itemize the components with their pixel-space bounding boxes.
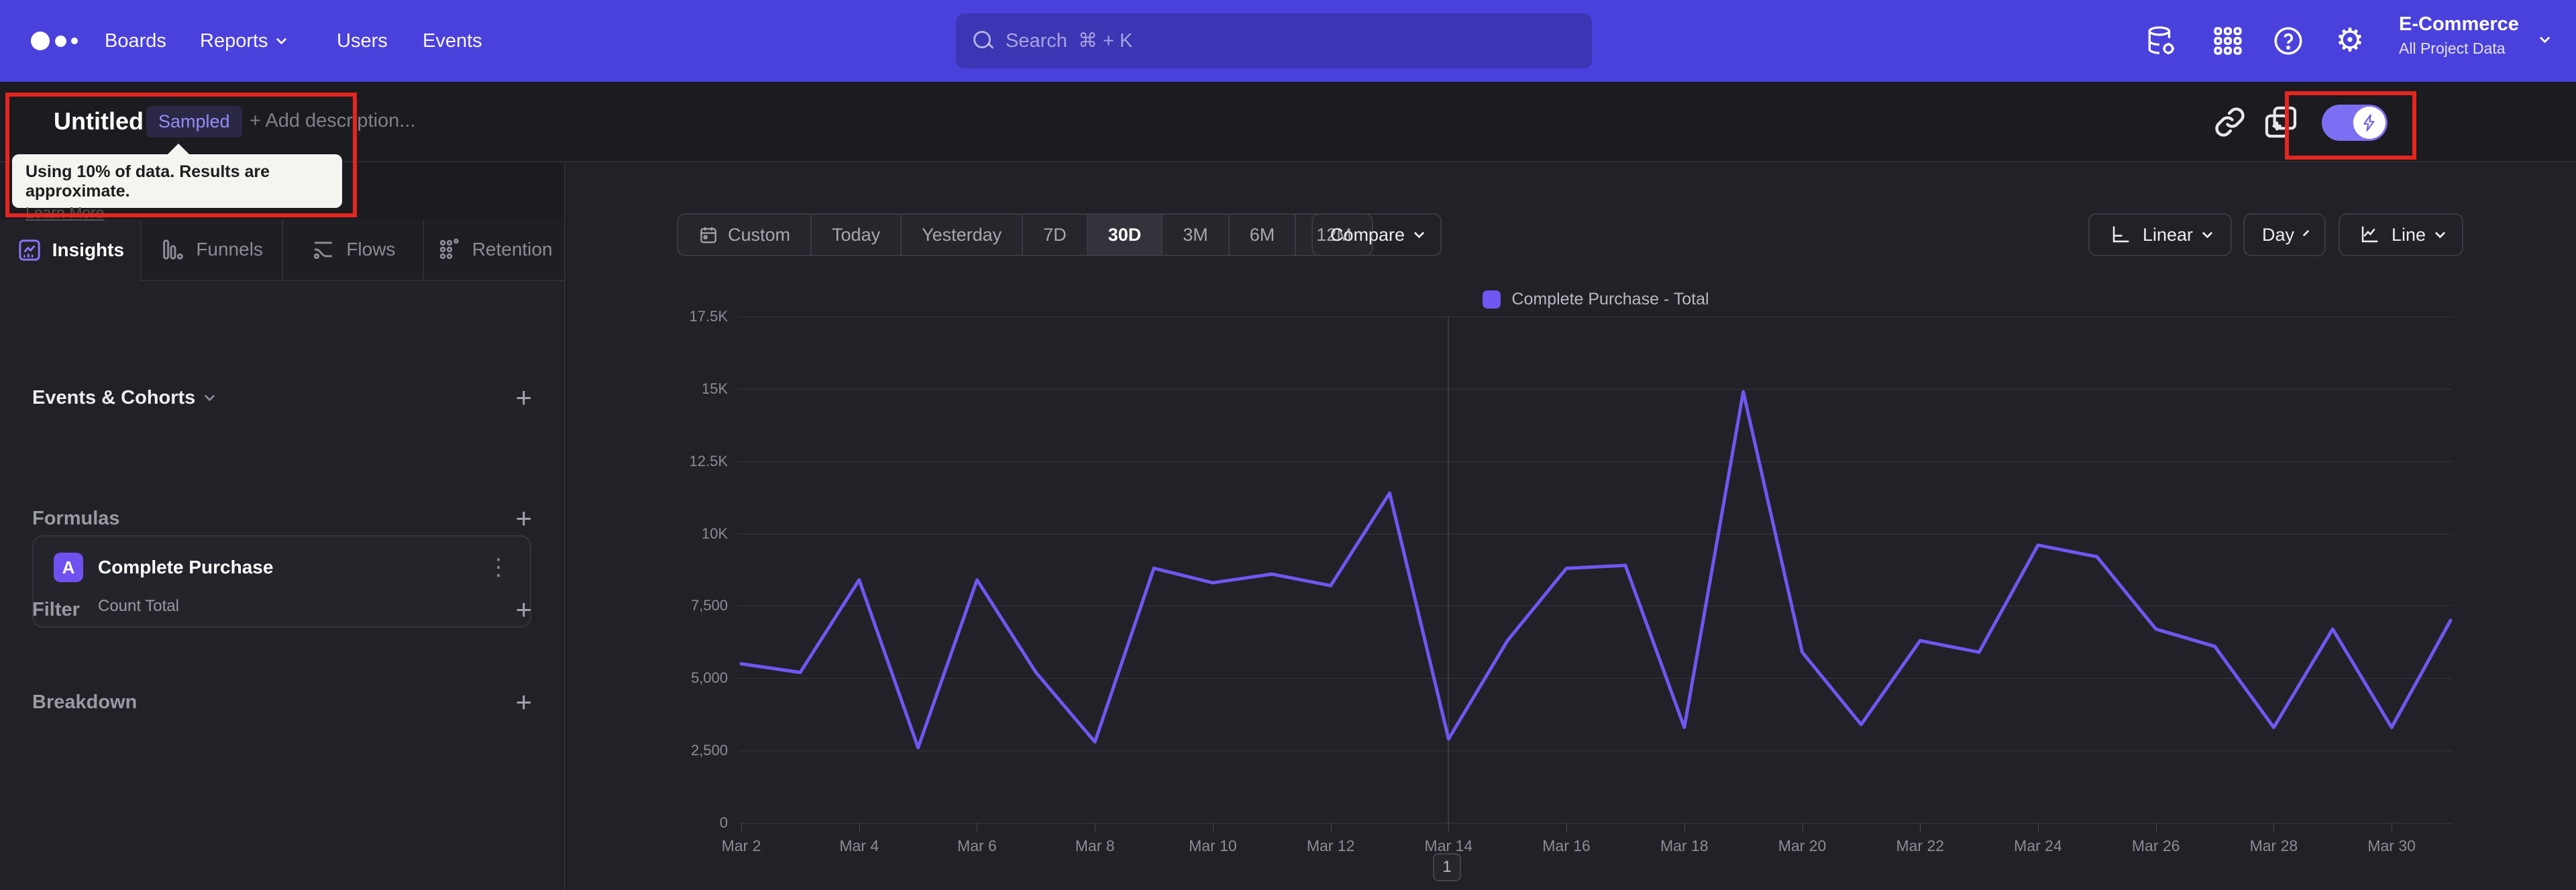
chevron-down-icon — [2539, 32, 2551, 44]
add-filter-button[interactable]: + — [515, 596, 532, 624]
breakdown-label: Breakdown — [32, 691, 138, 713]
event-letter-badge: A — [54, 553, 83, 582]
formulas-section: Formulas + — [32, 504, 532, 533]
learn-more-link[interactable]: Learn More — [25, 204, 105, 222]
tab-retention[interactable]: Retention — [424, 219, 564, 281]
nav-item-boards[interactable]: Boards — [105, 0, 166, 82]
retention-icon — [439, 238, 459, 260]
search-input[interactable] — [1006, 30, 1574, 52]
sampling-tooltip: Using 10% of data. Results are approxima… — [12, 144, 342, 221]
range-30d[interactable]: 30D — [1087, 215, 1163, 255]
add-formula-button[interactable]: + — [515, 504, 532, 533]
nav-item-label: Users — [337, 30, 388, 52]
range-3m[interactable]: 3M — [1163, 215, 1230, 255]
legend-label: Complete Purchase - Total — [1511, 290, 1709, 309]
copy-to-board-icon[interactable] — [2262, 103, 2300, 141]
chart-legend: Complete Purchase - Total — [741, 290, 2451, 309]
interval-dropdown[interactable]: Day — [2243, 213, 2326, 256]
nav-item-users[interactable]: Users — [337, 0, 388, 82]
search-box[interactable] — [956, 13, 1592, 68]
data-management-icon[interactable] — [2144, 24, 2178, 58]
tab-insights[interactable]: Insights — [0, 219, 142, 281]
toggle-knob — [2353, 107, 2385, 139]
settings-gear-icon[interactable]: ⚙ — [2333, 24, 2367, 58]
sidebar: Insights Funnels Flows Retention Events … — [0, 162, 566, 890]
sampling-toggle[interactable] — [2322, 105, 2387, 141]
top-nav: Boards Reports Users Events ⚙ E-C — [0, 0, 2576, 82]
range-yesterday[interactable]: Yesterday — [902, 215, 1024, 255]
tooltip-text: Using 10% of data. Results are approxima… — [25, 162, 270, 201]
calendar-icon — [700, 227, 716, 243]
lightning-icon — [2363, 114, 2375, 131]
filter-section: Filter + — [32, 596, 532, 624]
project-selector[interactable]: E-Commerce All Project Data — [2399, 13, 2551, 58]
line-chart-icon — [2361, 226, 2378, 243]
chevron-down-icon — [276, 34, 286, 44]
report-title[interactable]: Untitled — [54, 107, 144, 135]
range-6m[interactable]: 6M — [1230, 215, 1297, 255]
chevron-down-icon — [205, 390, 215, 401]
date-range-control: Custom Today Yesterday 7D 30D 3M 6M 12M — [677, 213, 1373, 256]
range-7d[interactable]: 7D — [1023, 215, 1088, 255]
tab-funnels[interactable]: Funnels — [141, 219, 283, 281]
filter-label: Filter — [32, 598, 80, 620]
breakdown-section: Breakdown + — [32, 688, 532, 716]
nav-item-reports[interactable]: Reports — [200, 0, 286, 82]
legend-swatch — [1483, 290, 1501, 309]
kebab-menu-icon[interactable]: ⋮ — [487, 554, 510, 581]
add-breakdown-button[interactable]: + — [515, 688, 532, 716]
tab-label: Insights — [52, 239, 125, 260]
chevron-down-icon — [2434, 227, 2446, 238]
funnels-icon — [163, 239, 184, 260]
report-type-tabs: Insights Funnels Flows Retention — [0, 219, 564, 281]
project-name: E-Commerce — [2399, 13, 2519, 35]
search-icon — [973, 31, 994, 51]
help-icon[interactable] — [2271, 24, 2305, 58]
scale-dropdown[interactable]: Linear — [2088, 213, 2232, 256]
chevron-down-icon — [2302, 229, 2310, 237]
linear-scale-icon — [2112, 226, 2129, 243]
add-description[interactable]: + Add description... — [250, 110, 415, 132]
chevron-down-icon — [1413, 227, 1425, 238]
event-name[interactable]: Complete Purchase — [98, 557, 273, 578]
events-cohorts-label[interactable]: Events & Cohorts — [32, 387, 215, 409]
add-event-button[interactable]: + — [515, 384, 532, 412]
sampled-badge[interactable]: Sampled — [146, 106, 242, 137]
mixpanel-logo-icon[interactable] — [31, 30, 85, 52]
range-custom[interactable]: Custom — [678, 215, 812, 255]
report-header: Untitled Sampled + Add description... — [0, 82, 2576, 162]
insights-icon — [19, 239, 40, 261]
chevron-down-icon — [2202, 227, 2213, 238]
nav-item-label: Reports — [200, 30, 268, 52]
nav-item-events[interactable]: Events — [423, 0, 482, 82]
tab-flows[interactable]: Flows — [282, 219, 425, 281]
chart-panel: Custom Today Yesterday 7D 30D 3M 6M 12M … — [567, 162, 2576, 890]
chart-type-dropdown[interactable]: Line — [2339, 213, 2463, 256]
formulas-label: Formulas — [32, 507, 120, 529]
nav-item-label: Events — [423, 30, 482, 52]
flows-icon — [314, 241, 333, 260]
events-cohorts-header: Events & Cohorts + — [32, 384, 532, 412]
copy-link-icon[interactable] — [2211, 103, 2249, 141]
tab-label: Retention — [472, 239, 553, 260]
apps-grid-icon[interactable] — [2211, 24, 2245, 58]
compare-button[interactable]: Compare — [1311, 213, 1442, 256]
tab-label: Funnels — [196, 239, 263, 260]
tab-label: Flows — [346, 239, 396, 260]
project-scope: All Project Data — [2399, 40, 2506, 57]
pagination-page-1[interactable]: 1 — [1433, 853, 1461, 881]
range-today[interactable]: Today — [812, 215, 902, 255]
nav-item-label: Boards — [105, 30, 166, 52]
